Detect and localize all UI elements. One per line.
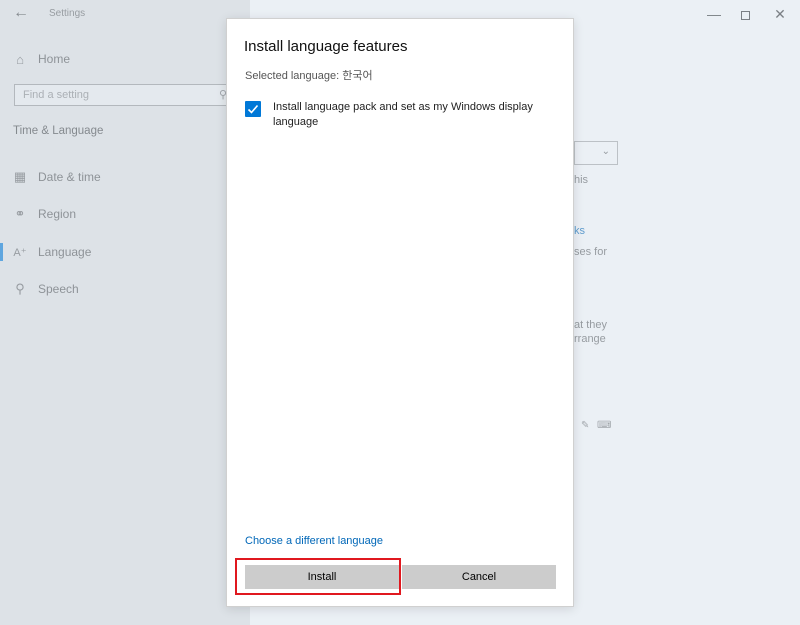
dialog-title: Install language features — [244, 38, 408, 55]
install-button[interactable]: Install — [245, 565, 399, 589]
cancel-button[interactable]: Cancel — [402, 565, 556, 589]
choose-different-language-link[interactable]: Choose a different language — [245, 535, 383, 547]
install-language-dialog: Install language features Selected langu… — [226, 18, 574, 607]
language-pack-checkbox[interactable] — [245, 101, 261, 117]
checkmark-icon — [247, 104, 259, 114]
checkbox-label: Install language pack and set as my Wind… — [273, 101, 533, 128]
selected-language-text: Selected language: 한국어 — [245, 70, 373, 82]
